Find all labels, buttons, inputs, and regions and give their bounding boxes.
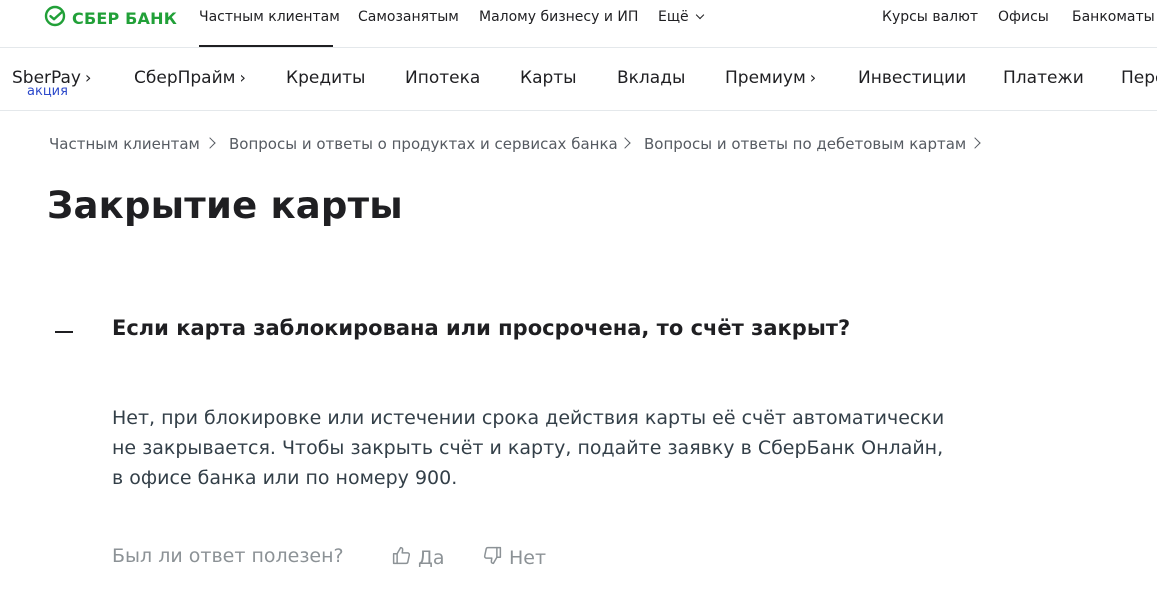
page-title: Закрытие карты xyxy=(47,184,403,227)
feedback-question: Был ли ответ полезен? xyxy=(112,545,344,567)
feedback-yes-button[interactable]: Да xyxy=(391,545,445,571)
nav-item-payments[interactable]: Платежи xyxy=(1003,68,1084,88)
segment-private[interactable]: Частным клиентам xyxy=(199,9,340,25)
breadcrumb-item[interactable]: Вопросы и ответы о продуктах и сервисах … xyxy=(229,135,618,153)
collapse-icon[interactable] xyxy=(55,331,73,333)
chevron-down-icon xyxy=(695,10,704,20)
chevron-right-icon: › xyxy=(85,68,92,87)
main-nav: SberPay › акция СберПрайм › Кредиты Ипотек… xyxy=(0,49,1157,111)
feedback-no-button[interactable]: Нет xyxy=(482,545,546,571)
answer-line: в офисе банка или по номеру 900. xyxy=(112,467,458,489)
nav-item-transfers[interactable]: Пере xyxy=(1121,68,1157,88)
segment-more-label: Ещё xyxy=(658,9,689,25)
feedback-no-label: Нет xyxy=(509,547,547,569)
active-segment-indicator xyxy=(199,45,333,47)
promo-badge: акция xyxy=(27,84,68,99)
nav-item-deposits[interactable]: Вклады xyxy=(617,68,685,88)
chevron-right-icon xyxy=(969,137,981,149)
breadcrumb-item[interactable]: Частным клиентам xyxy=(49,135,200,153)
link-atms[interactable]: Банкоматы xyxy=(1072,9,1155,25)
brand-name: СБЕР БАНК xyxy=(72,8,178,28)
nav-item-mortgage[interactable]: Ипотека xyxy=(405,68,480,88)
faq-question[interactable]: Если карта заблокирована или просрочена,… xyxy=(112,316,850,340)
faq-answer: Нет, при блокировке или истечении срока … xyxy=(112,403,962,493)
nav-item-premium[interactable]: Премиум › xyxy=(725,68,816,88)
thumbs-up-icon xyxy=(391,545,418,571)
segment-more[interactable]: Ещё xyxy=(658,9,704,25)
nav-item-credits[interactable]: Кредиты xyxy=(286,68,365,88)
chevron-right-icon xyxy=(204,137,216,149)
nav-item-sberprime[interactable]: СберПрайм › xyxy=(134,68,246,88)
top-bar: СБЕР БАНК Частным клиентам Самозанятым М… xyxy=(0,0,1157,48)
nav-item-investments[interactable]: Инвестиции xyxy=(858,68,966,88)
thumbs-down-icon xyxy=(482,545,509,571)
chevron-right-icon: › xyxy=(239,68,246,87)
answer-line: не закрывается. Чтобы закрыть счёт и кар… xyxy=(112,437,944,459)
chevron-right-icon xyxy=(619,137,631,149)
link-offices[interactable]: Офисы xyxy=(998,9,1049,25)
breadcrumb-item[interactable]: Вопросы и ответы по дебетовым картам xyxy=(644,135,966,153)
brand-logo[interactable]: СБЕР БАНК xyxy=(44,5,178,31)
segment-small-business[interactable]: Малому бизнесу и ИП xyxy=(479,9,638,25)
chevron-right-icon: › xyxy=(809,68,817,87)
nav-item-label: СберПрайм xyxy=(134,68,236,88)
answer-line: Нет, при блокировке или истечении срока … xyxy=(112,407,945,429)
link-exchange-rates[interactable]: Курсы валют xyxy=(882,9,978,25)
nav-item-label: Премиум xyxy=(725,68,806,88)
sber-logo-icon xyxy=(44,5,66,31)
segment-self-employed[interactable]: Самозанятым xyxy=(358,9,459,25)
nav-item-cards[interactable]: Карты xyxy=(520,68,577,88)
feedback-yes-label: Да xyxy=(418,547,445,569)
